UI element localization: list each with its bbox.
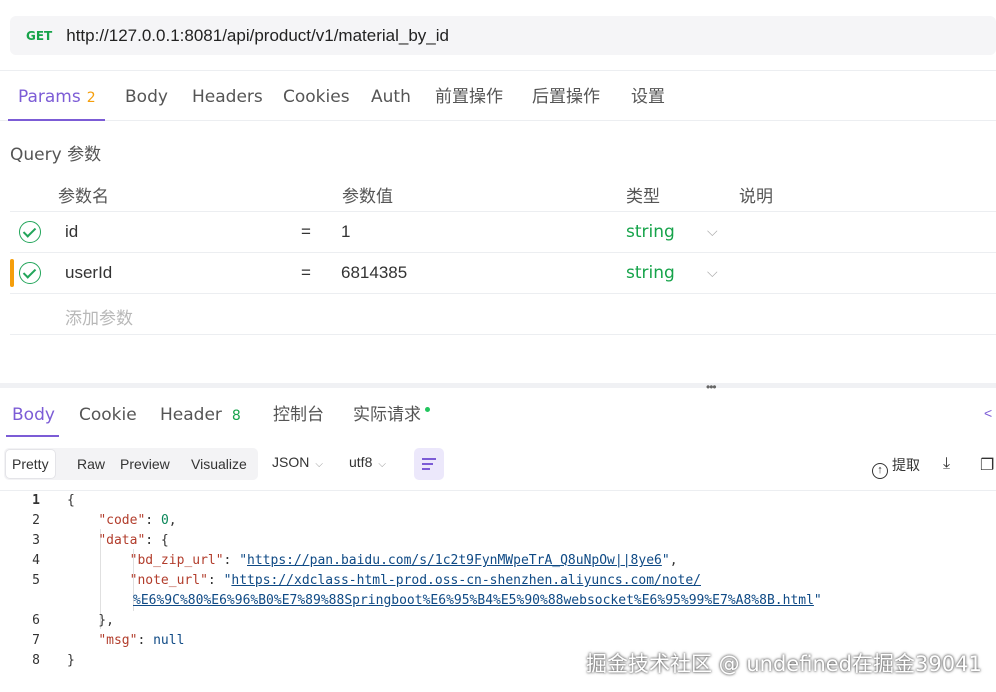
view-mode-pretty[interactable]: Pretty	[6, 450, 55, 478]
param-value-input[interactable]: 6814385	[341, 263, 407, 283]
code-line: "code": 0,	[98, 513, 177, 528]
code-line: {	[67, 493, 75, 508]
tab-body[interactable]: Body	[125, 71, 168, 121]
line-number: 7	[32, 633, 40, 648]
tab-cookies[interactable]: Cookies	[283, 71, 350, 121]
tab-console[interactable]: 控制台	[273, 392, 324, 438]
request-tabs: Params 2 Body Headers Cookies Auth 前置操作 后…	[0, 70, 996, 121]
tab-auth[interactable]: Auth	[371, 71, 411, 121]
view-mode-segmented: Pretty Raw Preview Visualize	[4, 448, 258, 480]
note-url-link[interactable]: https://xdclass-html-prod.oss-cn-shenzhe…	[231, 573, 701, 588]
chevron-down-icon[interactable]: ⌵	[707, 223, 718, 240]
tab-params-label: Params	[18, 87, 81, 107]
code-line: "msg": null	[98, 633, 185, 648]
params-count-badge: 2	[86, 90, 96, 106]
chevron-down-icon[interactable]: ⌵	[707, 264, 718, 281]
params-table-header: 参数名 参数值 类型 说明	[10, 172, 996, 212]
url-input[interactable]: http://127.0.0.1:8081/api/product/v1/mat…	[66, 26, 449, 46]
view-mode-raw[interactable]: Raw	[71, 450, 111, 478]
tab-response-cookie[interactable]: Cookie	[79, 392, 137, 438]
equals-sign: =	[301, 263, 311, 282]
line-number: 6	[32, 613, 40, 628]
tab-params[interactable]: Params 2	[18, 71, 96, 121]
active-tab-indicator	[8, 119, 105, 121]
word-wrap-icon[interactable]	[414, 448, 444, 480]
code-line: "data": {	[98, 533, 169, 548]
tab-response-header[interactable]: Header 8	[160, 392, 241, 438]
view-mode-preview[interactable]: Preview	[114, 450, 176, 478]
line-number: 5	[32, 573, 40, 588]
param-name-input[interactable]: userId	[65, 263, 112, 283]
col-param-value: 参数值	[342, 187, 393, 207]
bd-zip-url-link[interactable]: https://pan.baidu.com/s/1c2t9FynMWpeTrA_…	[247, 553, 662, 568]
url-bar[interactable]: GET http://127.0.0.1:8081/api/product/v1…	[10, 16, 996, 55]
col-param-name: 参数名	[58, 187, 109, 207]
query-params-title: Query 参数	[10, 145, 102, 165]
add-param-input[interactable]: 添加参数	[65, 304, 133, 329]
code-line-wrapped: %E6%9C%80%E6%96%B0%E7%89%88Springboot%E6…	[133, 593, 822, 608]
line-number: 2	[32, 513, 40, 528]
enabled-check-icon[interactable]	[19, 262, 41, 284]
copy-icon[interactable]: ❐	[980, 455, 994, 475]
tab-response-body[interactable]: Body	[12, 392, 55, 438]
code-line: "bd_zip_url": "https://pan.baidu.com/s/1…	[129, 553, 678, 568]
param-row: id = 1 string ⌵	[10, 212, 996, 253]
tab-actual-request[interactable]: 实际请求	[353, 392, 430, 438]
code-value: 0	[160, 513, 169, 528]
format-select[interactable]: JSON ⌵	[272, 454, 323, 470]
pane-splitter[interactable]	[0, 383, 996, 388]
encoding-select-value: utf8	[349, 454, 373, 470]
line-number: 3	[32, 533, 40, 548]
tab-headers[interactable]: Headers	[192, 71, 263, 121]
response-tabs: Body Cookie Header 8 控制台 实际请求	[0, 392, 996, 438]
col-description: 说明	[739, 187, 773, 207]
line-number: 8	[32, 653, 40, 668]
download-icon[interactable]: ⤓	[943, 455, 950, 473]
equals-sign: =	[301, 222, 311, 241]
param-name-input[interactable]: id	[65, 222, 78, 242]
view-mode-visualize[interactable]: Visualize	[185, 450, 253, 478]
code-line: },	[67, 613, 114, 628]
share-icon[interactable]: <	[984, 405, 992, 421]
tab-post-request[interactable]: 后置操作	[532, 71, 600, 121]
tab-actual-request-label: 实际请求	[353, 405, 421, 425]
format-select-value: JSON	[272, 454, 310, 470]
status-dot-icon	[425, 407, 430, 412]
extract-label: 提取	[892, 457, 920, 473]
active-response-tab-indicator	[6, 435, 59, 437]
note-url-link-continued[interactable]: %E6%9C%80%E6%96%B0%E7%89%88Springboot%E6…	[133, 593, 814, 608]
tab-pre-request[interactable]: 前置操作	[435, 71, 503, 121]
response-toolbar: Pretty Raw Preview Visualize JSON ⌵ utf8 ⌵…	[0, 446, 996, 482]
chevron-down-icon: ⌵	[378, 459, 386, 470]
param-type-select[interactable]: string	[626, 222, 675, 242]
param-value-input[interactable]: 1	[341, 222, 350, 242]
param-row: userId = 6814385 string ⌵	[10, 253, 996, 294]
code-line: "note_url": "https://xdclass-html-prod.o…	[129, 573, 701, 588]
param-type-select[interactable]: string	[626, 263, 675, 283]
header-count-badge: 8	[231, 408, 241, 424]
col-type: 类型	[626, 187, 660, 207]
row-modified-marker	[10, 259, 14, 287]
tab-settings[interactable]: 设置	[631, 71, 665, 121]
chevron-down-icon: ⌵	[315, 459, 323, 470]
http-method-badge[interactable]: GET	[26, 29, 52, 43]
extract-icon: ↑	[872, 463, 888, 479]
add-param-row: 添加参数	[10, 294, 996, 335]
line-number: 4	[32, 553, 40, 568]
encoding-select[interactable]: utf8 ⌵	[349, 454, 386, 470]
enabled-check-icon[interactable]	[19, 221, 41, 243]
line-number: 1	[32, 493, 40, 508]
msg-value: null	[153, 633, 185, 648]
watermark: 掘金技术社区 @ undefined在掘金39041	[586, 652, 982, 676]
tab-response-header-label: Header	[160, 405, 222, 425]
code-line: }	[67, 653, 75, 668]
extract-button[interactable]: ↑ 提取	[872, 455, 920, 479]
